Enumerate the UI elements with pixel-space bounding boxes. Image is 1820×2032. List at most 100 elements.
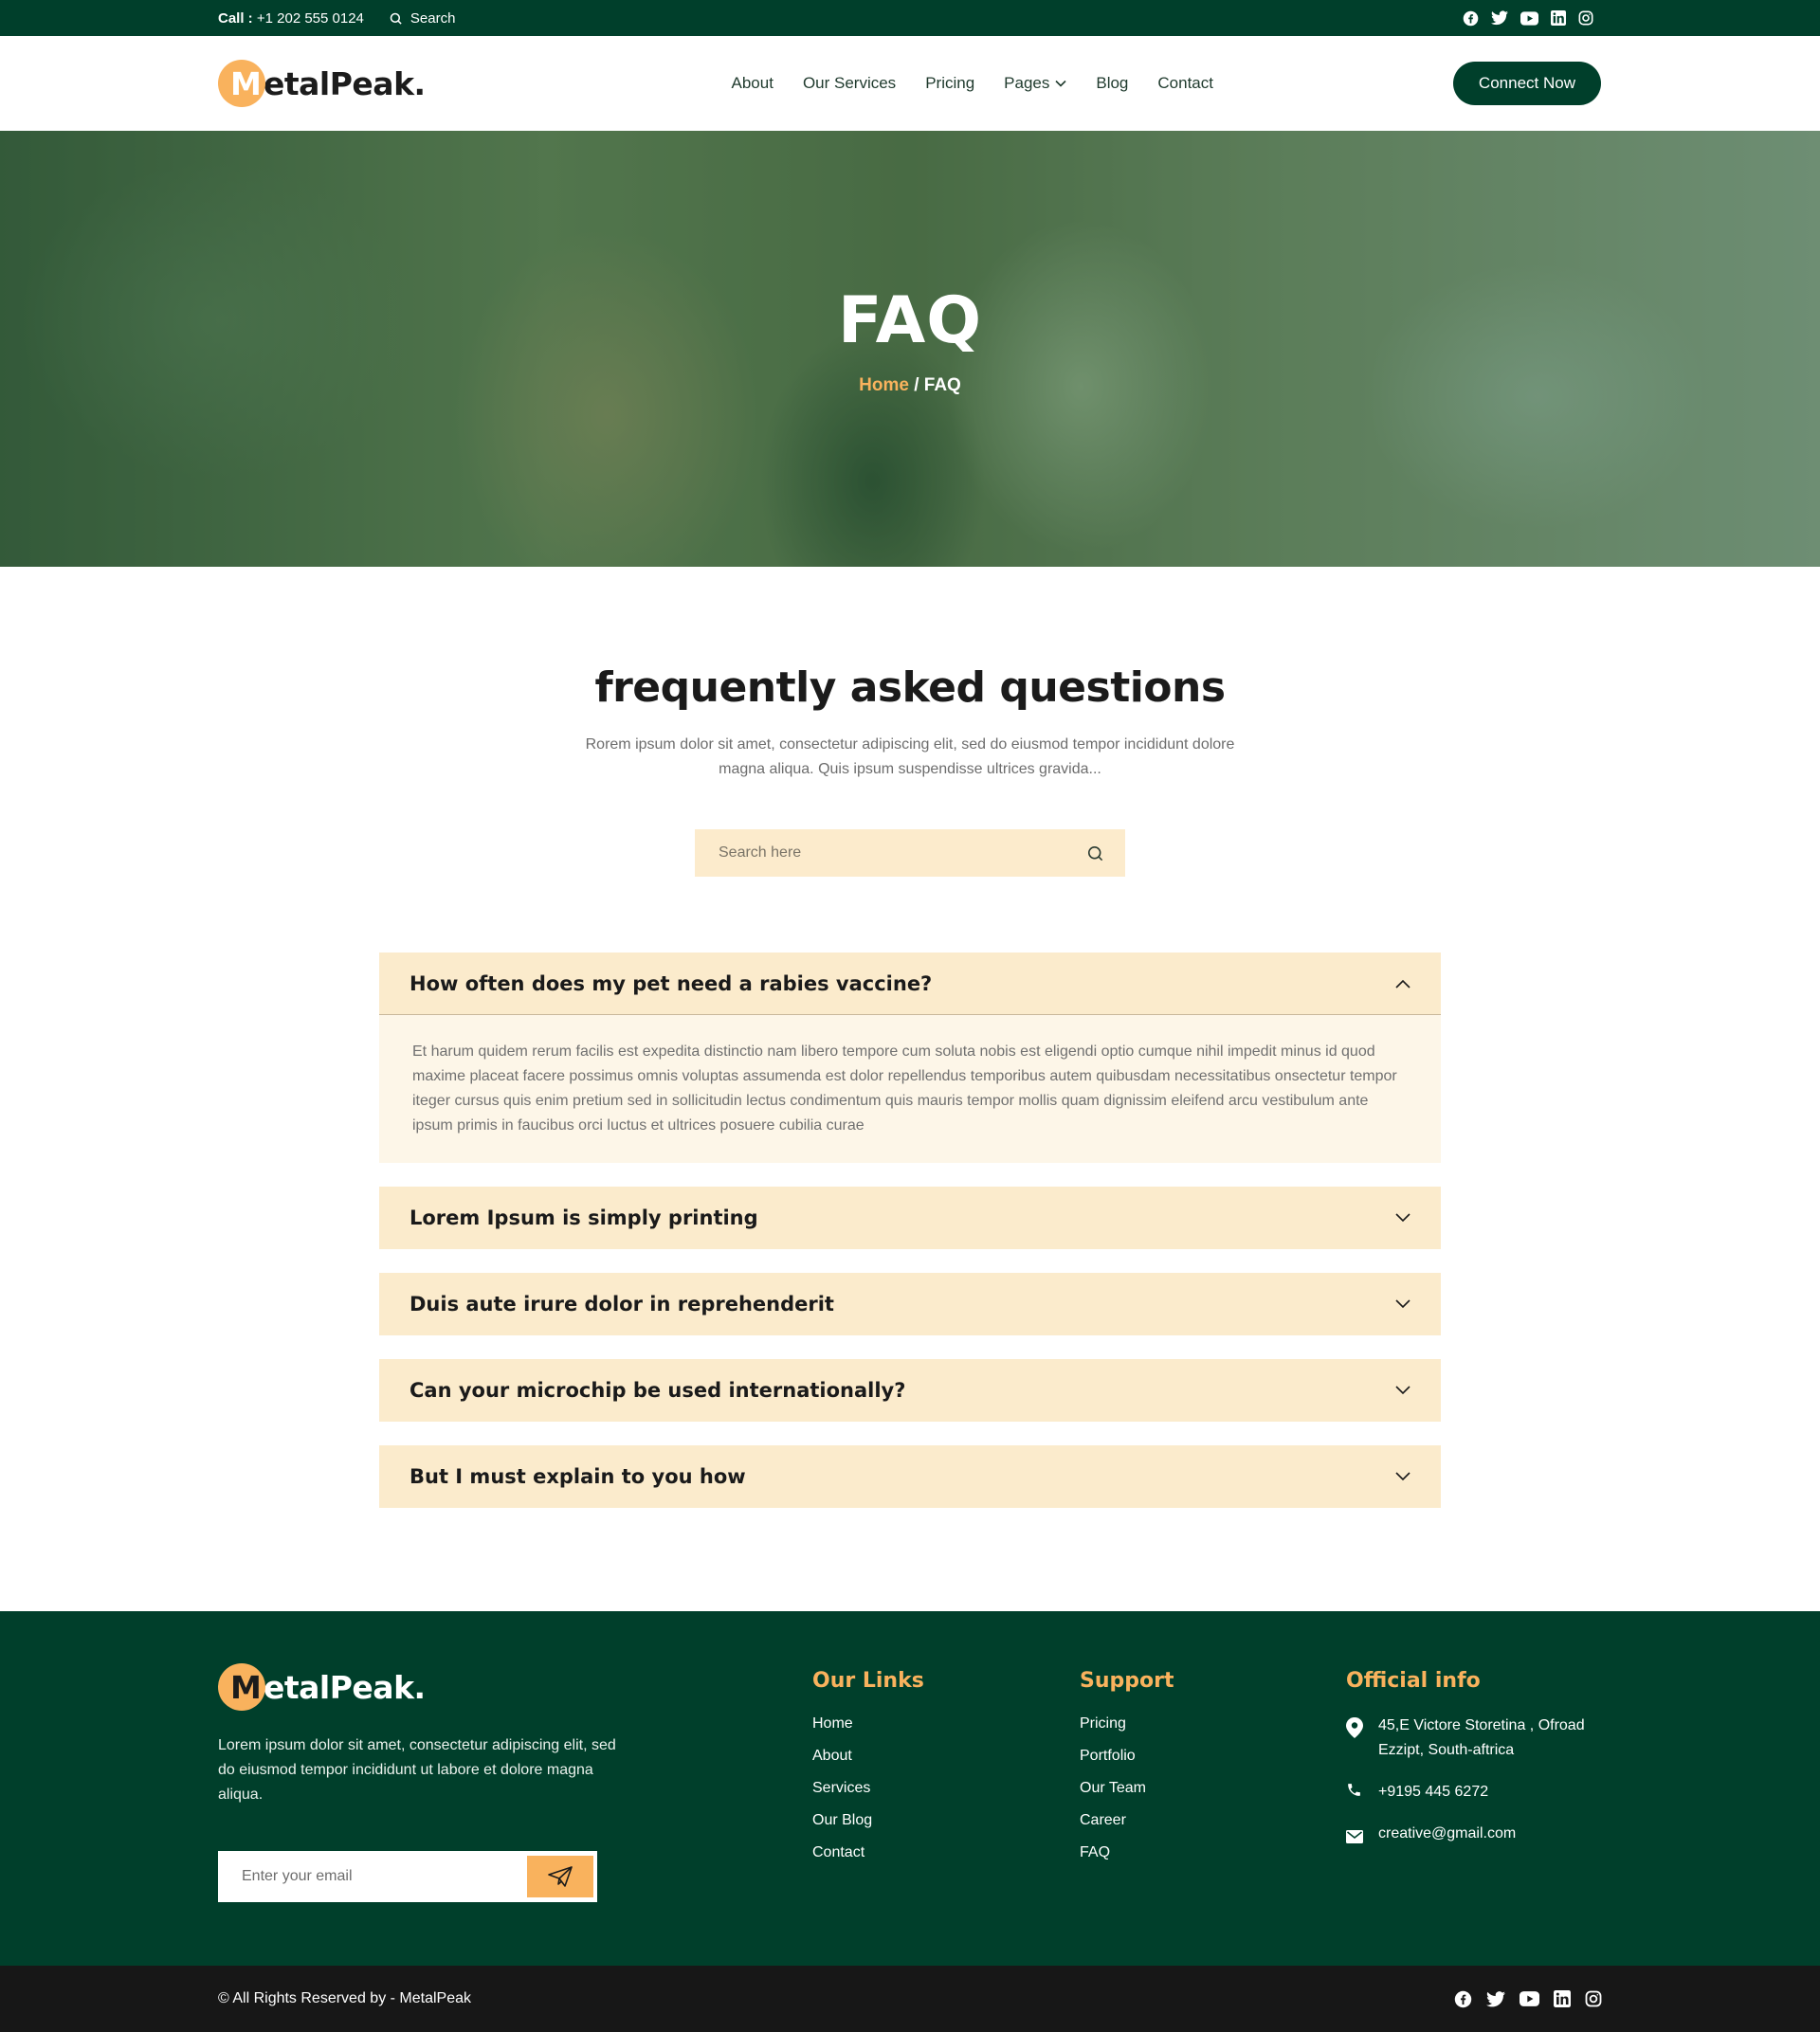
chevron-up-icon [1395, 979, 1410, 989]
twitter-icon[interactable] [1491, 10, 1508, 26]
nav-item-pricing[interactable]: Pricing [925, 74, 974, 93]
faq-search-input[interactable]: Search here [695, 829, 1125, 877]
footer-link-pricing[interactable]: Pricing [1080, 1714, 1174, 1746]
footer-address-text: 45,E Victore Storetina , Ofroad Ezzipt, … [1378, 1717, 1585, 1758]
footer-phone[interactable]: +9195 445 6272 [1346, 1780, 1621, 1806]
main-nav: About Our Services Pricing Pages Blog Co… [732, 74, 1213, 93]
breadcrumb-home[interactable]: Home [859, 375, 909, 395]
search-label: Search [410, 9, 456, 27]
nav-item-pages[interactable]: Pages [1004, 74, 1066, 93]
paper-plane-icon [548, 1866, 573, 1887]
footer-link-home[interactable]: Home [812, 1714, 924, 1746]
nav-item-contact[interactable]: Contact [1157, 74, 1213, 93]
site-footer: M etalPeak. Lorem ipsum dolor sit amet, … [0, 1611, 1820, 1966]
breadcrumb-current: FAQ [923, 374, 961, 395]
top-social-links [1463, 10, 1593, 27]
instagram-icon[interactable] [1578, 10, 1593, 26]
faq-question-toggle[interactable]: But I must explain to you how [379, 1445, 1441, 1508]
footer-link-about[interactable]: About [812, 1746, 924, 1778]
footer-link-faq[interactable]: FAQ [1080, 1842, 1174, 1875]
facebook-icon[interactable] [1463, 10, 1479, 27]
footer-links-title: Our Links [812, 1669, 924, 1693]
faq-question-toggle[interactable]: Lorem Ipsum is simply printing [379, 1187, 1441, 1249]
newsletter-email-input[interactable]: Enter your email [242, 1868, 353, 1885]
newsletter-send-button[interactable] [527, 1856, 593, 1897]
footer-support-title: Support [1080, 1669, 1174, 1693]
call-phone: +1 202 555 0124 [256, 9, 364, 27]
youtube-icon[interactable] [1520, 1991, 1539, 2006]
top-bar: Call : +1 202 555 0124 Search [0, 0, 1820, 36]
search-icon [390, 12, 402, 25]
chevron-down-icon [1395, 1213, 1410, 1223]
faq-question-toggle[interactable]: Duis aute irure dolor in reprehenderit [379, 1273, 1441, 1335]
footer-official-info: Official info 45,E Victore Storetina , O… [1346, 1663, 1621, 1852]
footer-links: Our Links Home About Services Our Blog C… [812, 1663, 924, 1875]
faq-question-toggle[interactable]: How often does my pet need a rabies vacc… [379, 952, 1441, 1015]
site-logo[interactable]: M etalPeak. [218, 60, 426, 107]
footer-link-career[interactable]: Career [1080, 1810, 1174, 1842]
footer-link-our-team[interactable]: Our Team [1080, 1778, 1174, 1810]
faq-section: frequently asked questions Rorem ipsum d… [0, 567, 1820, 1508]
faq-question: But I must explain to you how [410, 1465, 746, 1488]
footer-link-contact[interactable]: Contact [812, 1842, 924, 1875]
instagram-icon[interactable] [1585, 1990, 1602, 2007]
footer-brand: M etalPeak. Lorem ipsum dolor sit amet, … [218, 1663, 616, 1902]
nav-item-our-services[interactable]: Our Services [803, 74, 896, 93]
location-pin-icon [1346, 1717, 1363, 1738]
linkedin-icon[interactable] [1551, 10, 1566, 26]
footer-phone-text: +9195 445 6272 [1378, 1784, 1489, 1800]
twitter-icon[interactable] [1486, 1990, 1505, 2007]
nav-item-pages-label: Pages [1004, 74, 1050, 92]
chevron-down-icon [1055, 80, 1066, 87]
main-header: M etalPeak. About Our Services Pricing P… [0, 36, 1820, 131]
footer-link-portfolio[interactable]: Portfolio [1080, 1746, 1174, 1778]
mail-icon [1346, 1830, 1363, 1843]
call-label: Call : [218, 9, 253, 27]
page: Call : +1 202 555 0124 Search M etalPeak… [0, 0, 1820, 2032]
page-title: FAQ [837, 282, 983, 358]
newsletter-form: Enter your email [218, 1851, 597, 1902]
footer-bottom-bar: © All Rights Reserved by - MetalPeak [0, 1966, 1820, 2032]
faq-question-toggle[interactable]: Can your microchip be used international… [379, 1359, 1441, 1422]
top-search[interactable]: Search [389, 9, 456, 27]
footer-about: Lorem ipsum dolor sit amet, consectetur … [218, 1737, 616, 1803]
footer-email-text: creative@gmail.com [1378, 1825, 1517, 1842]
footer-info-title: Official info [1346, 1669, 1481, 1693]
chevron-down-icon [1395, 1472, 1410, 1481]
chevron-down-icon [1395, 1299, 1410, 1309]
logo-initial: M [230, 65, 262, 102]
footer-link-services[interactable]: Services [812, 1778, 924, 1810]
footer-logo[interactable]: M etalPeak. [218, 1663, 616, 1711]
faq-item: Can your microchip be used international… [379, 1359, 1441, 1422]
faq-heading: frequently asked questions [594, 663, 1226, 712]
nav-item-blog[interactable]: Blog [1096, 74, 1128, 93]
logo-initial: M [230, 1669, 262, 1706]
linkedin-icon[interactable] [1554, 1990, 1571, 2007]
footer-social-links [1454, 1990, 1602, 2008]
faq-item: Duis aute irure dolor in reprehenderit [379, 1273, 1441, 1335]
faq-answer: Et harum quidem rerum facilis est expedi… [379, 1015, 1441, 1163]
faq-search-placeholder: Search here [719, 844, 802, 861]
footer-email[interactable]: creative@gmail.com [1346, 1822, 1621, 1852]
faq-question: How often does my pet need a rabies vacc… [410, 971, 933, 995]
facebook-icon[interactable] [1454, 1990, 1472, 2008]
faq-item: Lorem Ipsum is simply printing [379, 1187, 1441, 1249]
logo-mark: M [218, 1663, 265, 1711]
youtube-icon[interactable] [1520, 10, 1538, 26]
footer-support: Support Pricing Portfolio Our Team Caree… [1080, 1663, 1174, 1875]
call-info[interactable]: Call : +1 202 555 0124 [218, 10, 364, 27]
chevron-down-icon [1395, 1386, 1410, 1395]
nav-item-about[interactable]: About [732, 74, 774, 93]
connect-now-button[interactable]: Connect Now [1452, 62, 1601, 105]
footer-address: 45,E Victore Storetina , Ofroad Ezzipt, … [1346, 1714, 1621, 1763]
logo-text: etalPeak. [264, 64, 426, 102]
faq-question: Can your microchip be used international… [410, 1379, 906, 1402]
copyright-text: © All Rights Reserved by - MetalPeak [218, 1990, 472, 2006]
breadcrumb-separator: / [908, 374, 924, 395]
phone-icon [1348, 1784, 1360, 1796]
faq-question: Duis aute irure dolor in reprehenderit [410, 1293, 834, 1315]
search-icon[interactable] [1086, 844, 1104, 862]
faq-question: Lorem Ipsum is simply printing [410, 1206, 758, 1229]
faq-accordion: How often does my pet need a rabies vacc… [379, 952, 1441, 1508]
footer-link-our-blog[interactable]: Our Blog [812, 1810, 924, 1842]
